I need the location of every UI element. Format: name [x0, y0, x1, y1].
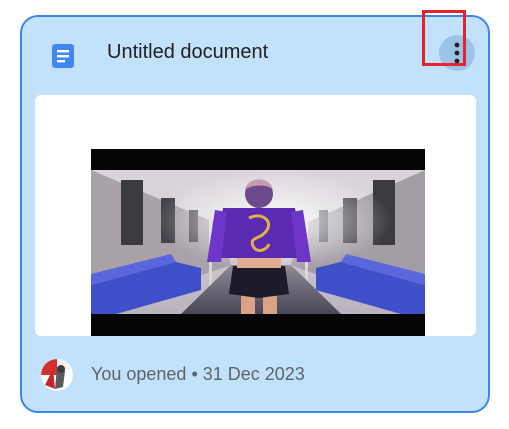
google-docs-icon	[52, 44, 74, 68]
document-preview[interactable]	[35, 95, 476, 336]
user-avatar	[41, 359, 73, 391]
document-card[interactable]: Untitled document You opened • 31 Dec 20…	[20, 15, 490, 413]
more-vert-icon	[454, 42, 460, 64]
video-thumbnail	[91, 149, 425, 336]
card-footer: You opened • 31 Dec 2023	[22, 347, 488, 407]
last-opened-status: You opened • 31 Dec 2023	[91, 364, 305, 384]
subway-scene-image	[91, 149, 425, 336]
document-title[interactable]: Untitled document	[107, 41, 268, 64]
more-options-button[interactable]	[439, 35, 475, 71]
card-header: Untitled document	[22, 17, 488, 93]
